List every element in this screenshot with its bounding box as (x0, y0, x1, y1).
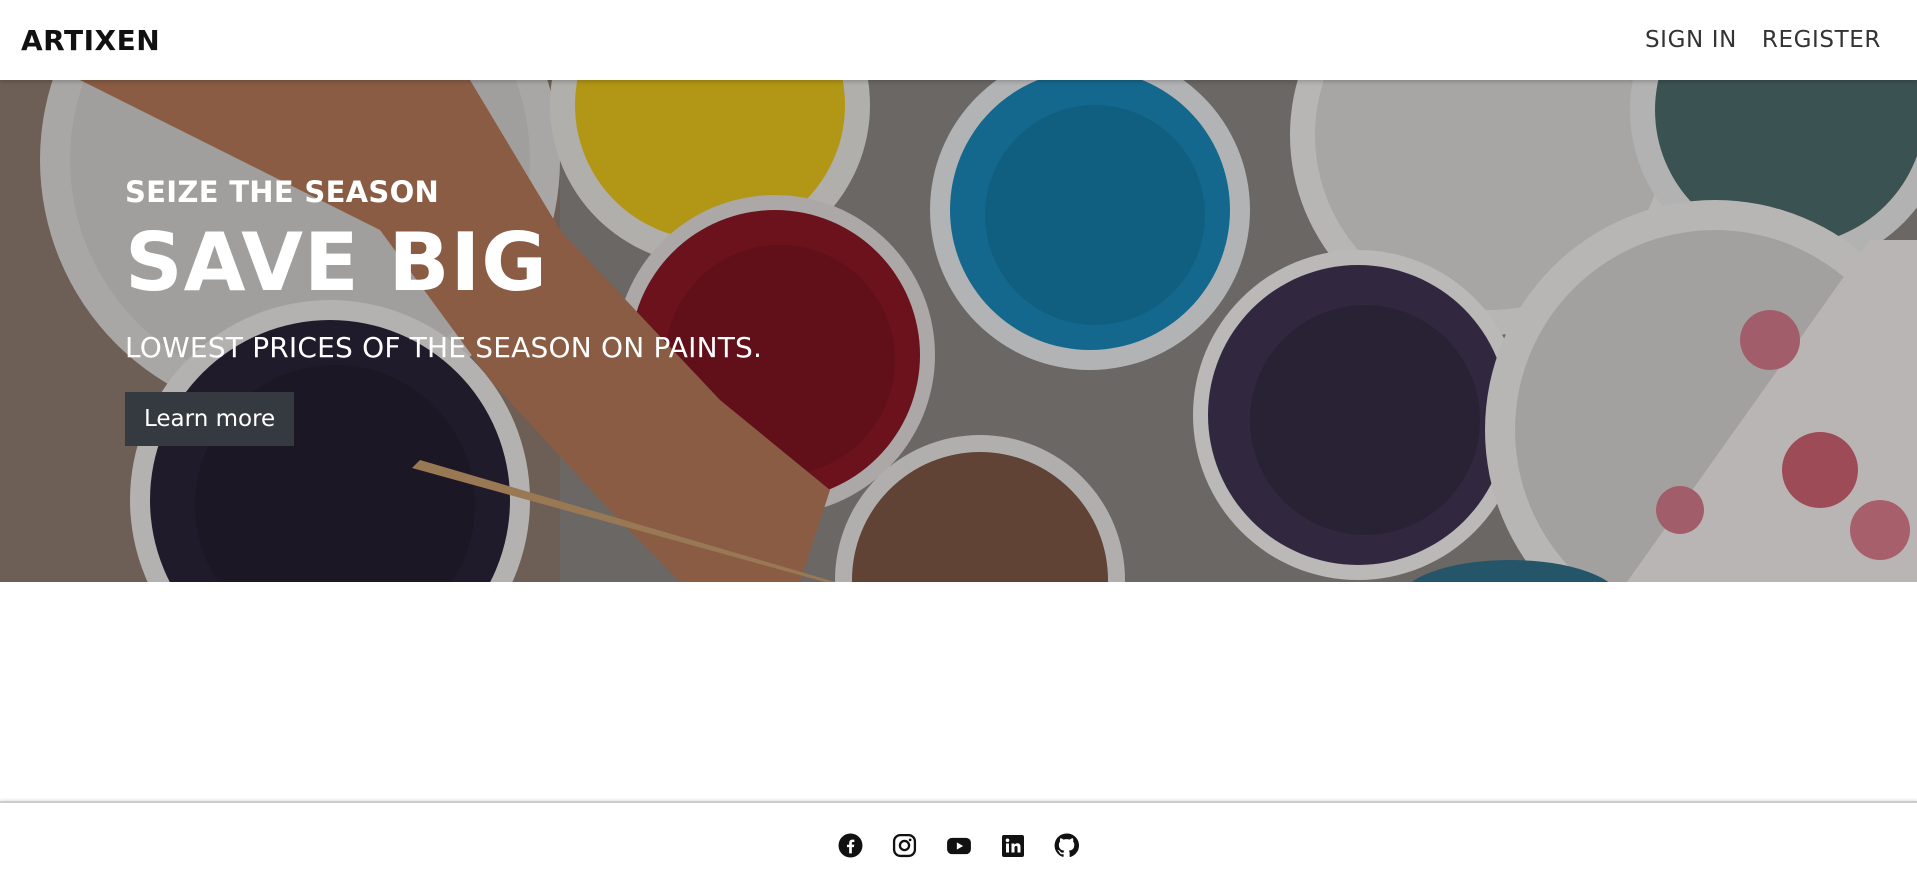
nav-links: SIGN IN REGISTER (1645, 27, 1881, 53)
navbar: ARTIXEN SIGN IN REGISTER (0, 0, 1917, 80)
facebook-icon[interactable] (838, 833, 864, 859)
hero-banner: SEIZE THE SEASON SAVE BIG LOWEST PRICES … (0, 80, 1917, 582)
hero-headline: SAVE BIG (125, 216, 548, 309)
hero-eyebrow: SEIZE THE SEASON (125, 175, 440, 209)
sign-in-link[interactable]: SIGN IN (1645, 27, 1737, 53)
youtube-icon[interactable] (946, 833, 972, 859)
github-icon[interactable] (1054, 833, 1080, 859)
hero-content: SEIZE THE SEASON SAVE BIG LOWEST PRICES … (125, 175, 762, 446)
brand-logo[interactable]: ARTIXEN (21, 24, 160, 57)
learn-more-button[interactable]: Learn more (125, 392, 295, 446)
footer (0, 801, 1917, 891)
linkedin-icon[interactable] (1000, 833, 1026, 859)
hero-subline: LOWEST PRICES OF THE SEASON ON PAINTS. (125, 331, 763, 364)
instagram-icon[interactable] (892, 833, 918, 859)
register-link[interactable]: REGISTER (1762, 27, 1881, 53)
